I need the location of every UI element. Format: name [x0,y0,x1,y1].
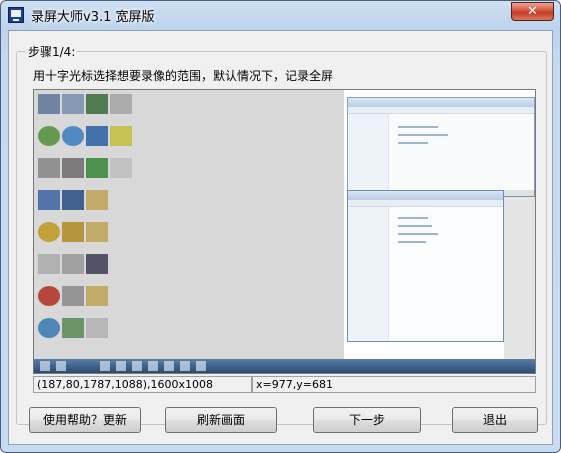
window-title: 录屏大师v3.1 宽屏版 [31,10,155,25]
instruction-text: 用十字光标选择想要录像的范围，默认情况下，记录全屏 [33,69,334,83]
help-update-button[interactable]: 使用帮助？更新 [29,407,141,433]
app-window: 录屏大师v3.1 宽屏版 ✕ 步骤1/4: 用十字光标选择想要录像的范围，默认情… [0,0,561,453]
app-icon [8,7,24,23]
preview-taskbar [34,359,535,373]
title-bar[interactable]: 录屏大师v3.1 宽屏版 ✕ [1,1,560,29]
region-status: (187,80,1787,1088),1600x1008 [33,376,252,393]
step-label: 步骤1/4: [26,43,78,60]
exit-button[interactable]: 退出 [452,407,538,433]
cursor-status: x=977,y=681 [252,376,536,393]
preview-explorer-window [347,190,504,342]
close-button[interactable]: ✕ [511,2,554,21]
refresh-button[interactable]: 刷新画面 [165,407,277,433]
next-button[interactable]: 下一步 [313,407,421,433]
preview-explorer-window [347,97,535,197]
client-area: 步骤1/4: 用十字光标选择想要录像的范围，默认情况下，记录全屏 (187,80… [8,30,553,445]
screen-preview[interactable] [33,89,536,374]
unselected-overlay [504,190,535,361]
unselected-overlay [34,90,344,373]
